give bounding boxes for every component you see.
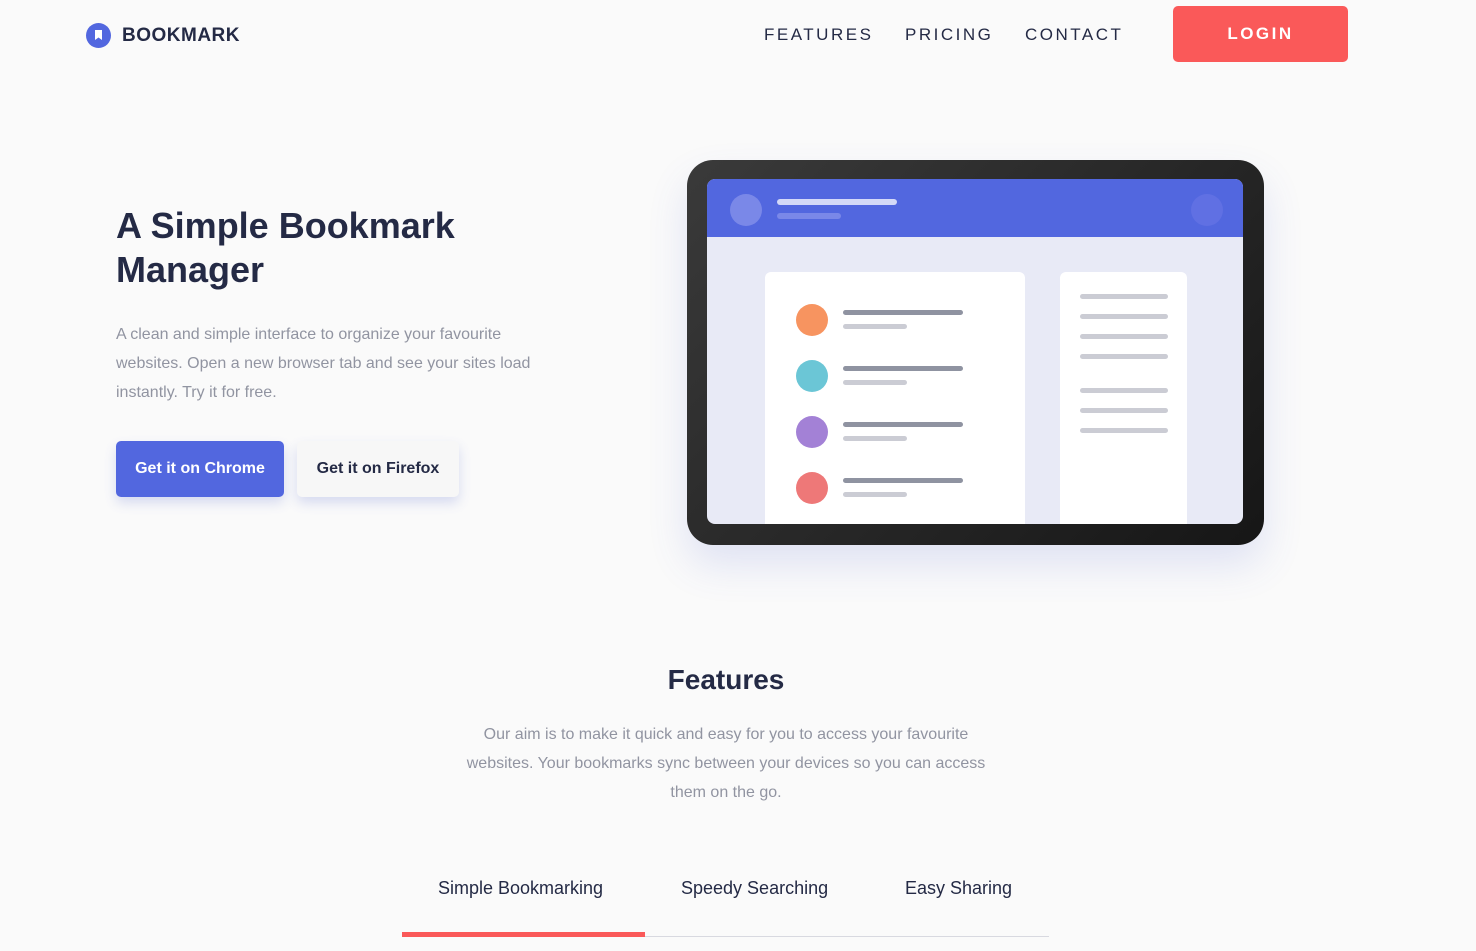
bookmark-list-card xyxy=(765,272,1025,524)
side-line xyxy=(1080,408,1168,413)
side-line xyxy=(1080,354,1168,359)
brand-logo[interactable]: BOOKMARK xyxy=(86,23,240,48)
side-line xyxy=(1080,334,1168,339)
nav-pricing[interactable]: PRICING xyxy=(905,25,993,45)
active-tab-indicator xyxy=(402,932,645,937)
bookmark-icon xyxy=(86,23,111,48)
tab-easy-sharing[interactable]: Easy Sharing xyxy=(905,878,1012,899)
side-line xyxy=(1080,388,1168,393)
bookmark-sub-line xyxy=(843,324,907,329)
side-line xyxy=(1080,294,1168,299)
avatar-placeholder xyxy=(730,194,762,226)
login-button[interactable]: LOGIN xyxy=(1173,6,1348,62)
get-chrome-button[interactable]: Get it on Chrome xyxy=(116,441,284,497)
brand-name: BOOKMARK xyxy=(122,24,240,46)
bookmark-sub-line xyxy=(843,380,907,385)
side-line xyxy=(1080,428,1168,433)
title-placeholder xyxy=(777,199,897,205)
tablet-screen xyxy=(707,179,1243,524)
bookmark-dot xyxy=(796,416,828,448)
bookmark-sub-line xyxy=(843,492,907,497)
tablet-illustration xyxy=(687,160,1264,545)
bookmark-title-line xyxy=(843,478,963,483)
hero-description: A clean and simple interface to organize… xyxy=(116,326,531,401)
bookmark-title-line xyxy=(843,366,963,371)
side-card xyxy=(1060,272,1187,524)
screen-header xyxy=(707,179,1243,237)
features-description: Our aim is to make it quick and easy for… xyxy=(466,726,986,801)
bookmark-title-line xyxy=(843,310,963,315)
features-title: Features xyxy=(667,664,785,695)
bookmark-dot xyxy=(796,304,828,336)
nav-contact[interactable]: CONTACT xyxy=(1025,25,1123,45)
side-line xyxy=(1080,314,1168,319)
get-firefox-button[interactable]: Get it on Firefox xyxy=(297,441,459,497)
bookmark-title-line xyxy=(843,422,963,427)
subtitle-placeholder xyxy=(777,213,841,219)
bookmark-dot xyxy=(796,360,828,392)
menu-placeholder xyxy=(1191,194,1223,226)
bookmark-sub-line xyxy=(843,436,907,441)
tab-speedy-searching[interactable]: Speedy Searching xyxy=(681,878,828,899)
nav-features[interactable]: FEATURES xyxy=(764,25,873,45)
hero-title: A Simple Bookmark Manager xyxy=(116,205,455,290)
bookmark-dot xyxy=(796,472,828,504)
tab-simple-bookmarking[interactable]: Simple Bookmarking xyxy=(438,878,603,899)
